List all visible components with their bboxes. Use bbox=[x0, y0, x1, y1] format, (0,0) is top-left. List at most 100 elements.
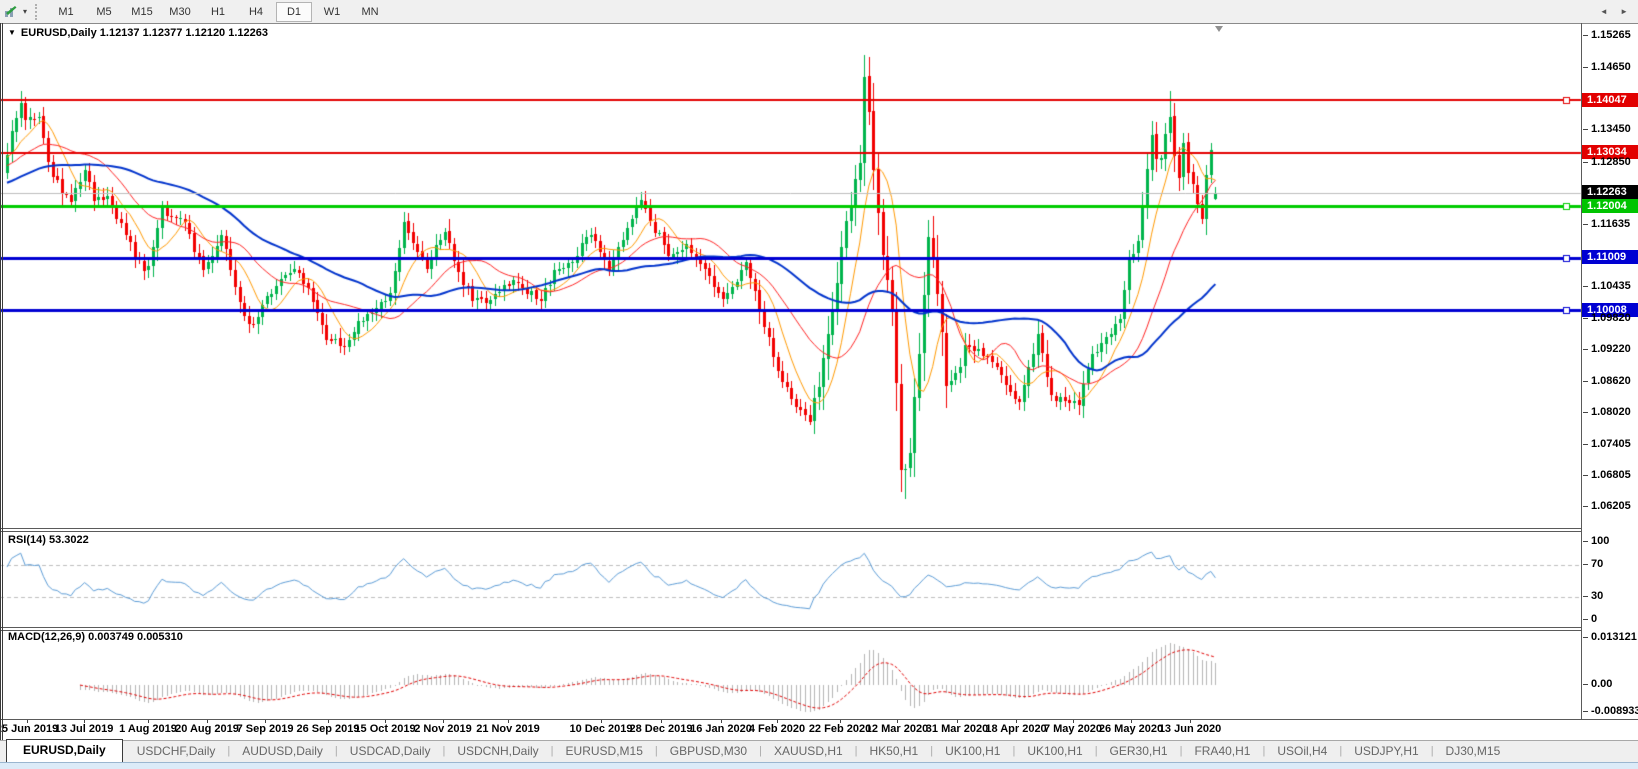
timeframe-button-d1[interactable]: D1 bbox=[276, 2, 312, 22]
date-label: 10 Dec 2019 bbox=[570, 723, 633, 735]
timeframe-button-h1[interactable]: H1 bbox=[200, 2, 236, 22]
tab-usdcad-daily[interactable]: USDCAD,Daily bbox=[338, 741, 443, 762]
price-level-badge: 1.11009 bbox=[1582, 250, 1638, 264]
date-label: 15 Oct 2019 bbox=[354, 723, 415, 735]
price-level-badge: 1.12004 bbox=[1582, 199, 1638, 213]
rsi-tick-label: 0 bbox=[1583, 613, 1597, 626]
tab-fra40-h1[interactable]: FRA40,H1 bbox=[1182, 741, 1262, 762]
chart-shift-marker[interactable] bbox=[1215, 26, 1223, 32]
date-label: 31 Mar 2020 bbox=[926, 723, 988, 735]
price-tick-label: 1.12850 bbox=[1583, 156, 1631, 169]
tab-usdjpy-h1[interactable]: USDJPY,H1 bbox=[1342, 741, 1430, 762]
tab-usdcnh-daily[interactable]: USDCNH,Daily bbox=[445, 741, 550, 762]
date-label: 18 Apr 2020 bbox=[985, 723, 1046, 735]
price-tick-label: 1.10435 bbox=[1583, 280, 1631, 293]
date-axis: 25 Jun 201913 Jul 2019 1 Aug 201920 Aug 2… bbox=[0, 720, 1582, 740]
date-label: 28 Dec 2019 bbox=[630, 723, 693, 735]
date-label: 22 Feb 2020 bbox=[809, 723, 871, 735]
date-label: 26 Sep 2019 bbox=[297, 723, 360, 735]
indicator-tool-icon[interactable] bbox=[1, 4, 19, 20]
date-label: 20 Aug 2019 bbox=[175, 723, 239, 735]
tab-usoil-h4[interactable]: USOil,H4 bbox=[1265, 741, 1339, 762]
chart-title-text: EURUSD,Daily 1.12137 1.12377 1.12120 1.1… bbox=[21, 27, 268, 39]
price-level-badge: 1.10008 bbox=[1582, 303, 1638, 317]
date-label: 13 Jul 2019 bbox=[55, 723, 114, 735]
tab-scroll-right-icon[interactable]: ► bbox=[1620, 7, 1628, 16]
tab-scroll-left-icon[interactable]: ◄ bbox=[1600, 7, 1608, 16]
status-bar bbox=[0, 762, 1638, 769]
date-label: 1 Aug 2019 bbox=[119, 723, 177, 735]
chart-tabs: EURUSD,DailyUSDCHF,Daily|AUDUSD,Daily|US… bbox=[6, 740, 1512, 762]
timeframe-button-mn[interactable]: MN bbox=[352, 2, 388, 22]
date-label: 2 Nov 2019 bbox=[414, 723, 471, 735]
rsi-tick-label: 100 bbox=[1583, 535, 1609, 548]
panel-separator[interactable] bbox=[0, 528, 1582, 529]
tab-eurusd-m15[interactable]: EURUSD,M15 bbox=[554, 741, 655, 762]
macd-tick-label: -0.008933 bbox=[1583, 705, 1638, 718]
price-level-badge: 1.12263 bbox=[1582, 185, 1638, 199]
chart-top-border bbox=[0, 23, 1638, 24]
date-label: 26 May 2020 bbox=[1099, 723, 1163, 735]
price-tick-label: 1.15265 bbox=[1583, 29, 1631, 42]
rsi-tick-label: 70 bbox=[1583, 558, 1603, 571]
tab-audusd-daily[interactable]: AUDUSD,Daily bbox=[230, 741, 335, 762]
timeframe-buttons: M1M5M15M30H1H4D1W1MN bbox=[47, 2, 389, 22]
macd-label: MACD(12,26,9) 0.003749 0.005310 bbox=[8, 631, 183, 643]
chart-window: ▼ EURUSD,Daily 1.12137 1.12377 1.12120 1.… bbox=[0, 23, 1638, 740]
date-label: 12 Mar 2020 bbox=[866, 723, 928, 735]
mt4-window: ▾ M1M5M15M30H1H4D1W1MN ▼ EURUSD,Daily 1.1… bbox=[0, 0, 1638, 769]
time-axis-border bbox=[0, 719, 1638, 720]
price-tick-label: 1.08620 bbox=[1583, 375, 1631, 388]
rsi-label: RSI(14) 53.3022 bbox=[8, 534, 89, 546]
date-label: 13 Jun 2020 bbox=[1159, 723, 1221, 735]
panel-separator[interactable] bbox=[0, 627, 1582, 628]
price-axis-border bbox=[1581, 23, 1582, 720]
timeframe-button-w1[interactable]: W1 bbox=[314, 2, 350, 22]
timeframe-button-m15[interactable]: M15 bbox=[124, 2, 160, 22]
window-frame-left bbox=[2, 23, 3, 740]
tab-usdchf-daily[interactable]: USDCHF,Daily bbox=[125, 741, 228, 762]
date-label: 7 Sep 2019 bbox=[237, 723, 294, 735]
chart-canvas[interactable] bbox=[0, 23, 1582, 720]
price-tick-label: 1.08020 bbox=[1583, 406, 1631, 419]
macd-tick-label: 0.00 bbox=[1583, 678, 1612, 691]
price-tick-label: 1.06205 bbox=[1583, 500, 1631, 513]
top-toolbar: ▾ M1M5M15M30H1H4D1W1MN bbox=[0, 0, 1638, 24]
date-label: 7 May 2020 bbox=[1044, 723, 1102, 735]
window-frame-left bbox=[0, 23, 1, 740]
price-tick-label: 1.09820 bbox=[1583, 312, 1631, 325]
tab-scroll-arrows: ◄ ► bbox=[1590, 7, 1628, 16]
price-tick-label: 1.13450 bbox=[1583, 123, 1631, 136]
date-label: 25 Jun 2019 bbox=[0, 723, 58, 735]
macd-tick-label: 0.013121 bbox=[1583, 631, 1637, 644]
rsi-tick-label: 30 bbox=[1583, 590, 1603, 603]
chart-title: ▼ EURUSD,Daily 1.12137 1.12377 1.12120 1.… bbox=[8, 27, 268, 39]
chart-tab-bar: EURUSD,DailyUSDCHF,Daily|AUDUSD,Daily|US… bbox=[0, 740, 1638, 762]
date-label: 16 Jan 2020 bbox=[690, 723, 752, 735]
date-label: 21 Nov 2019 bbox=[476, 723, 540, 735]
date-label: 4 Feb 2020 bbox=[749, 723, 805, 735]
panel-separator[interactable] bbox=[0, 531, 1582, 532]
tab-xauusd-h1[interactable]: XAUUSD,H1 bbox=[762, 741, 855, 762]
tab-dj30-m15[interactable]: DJ30,M15 bbox=[1434, 741, 1513, 762]
timeframe-button-h4[interactable]: H4 bbox=[238, 2, 274, 22]
tab-uk100-h1[interactable]: UK100,H1 bbox=[933, 741, 1012, 762]
chart-collapse-icon[interactable]: ▼ bbox=[8, 28, 16, 37]
price-tick-label: 1.11635 bbox=[1583, 218, 1630, 231]
price-tick-label: 1.06805 bbox=[1583, 469, 1631, 482]
timeframe-button-m1[interactable]: M1 bbox=[48, 2, 84, 22]
toolbar-grip bbox=[35, 4, 41, 20]
timeframe-button-m30[interactable]: M30 bbox=[162, 2, 198, 22]
toolbar-dropdown-caret[interactable]: ▾ bbox=[19, 7, 31, 16]
price-tick-label: 1.07405 bbox=[1583, 438, 1631, 451]
price-tick-label: 1.14650 bbox=[1583, 61, 1631, 74]
price-level-badge: 1.13034 bbox=[1582, 145, 1638, 159]
tab-gbpusd-m30[interactable]: GBPUSD,M30 bbox=[658, 741, 759, 762]
tab-uk100-h1[interactable]: UK100,H1 bbox=[1015, 741, 1094, 762]
tab-hk50-h1[interactable]: HK50,H1 bbox=[858, 741, 931, 762]
tab-eurusd-daily[interactable]: EURUSD,Daily bbox=[6, 739, 123, 762]
panel-separator[interactable] bbox=[0, 630, 1582, 631]
timeframe-button-m5[interactable]: M5 bbox=[86, 2, 122, 22]
price-tick-label: 1.09220 bbox=[1583, 343, 1631, 356]
tab-ger30-h1[interactable]: GER30,H1 bbox=[1098, 741, 1180, 762]
